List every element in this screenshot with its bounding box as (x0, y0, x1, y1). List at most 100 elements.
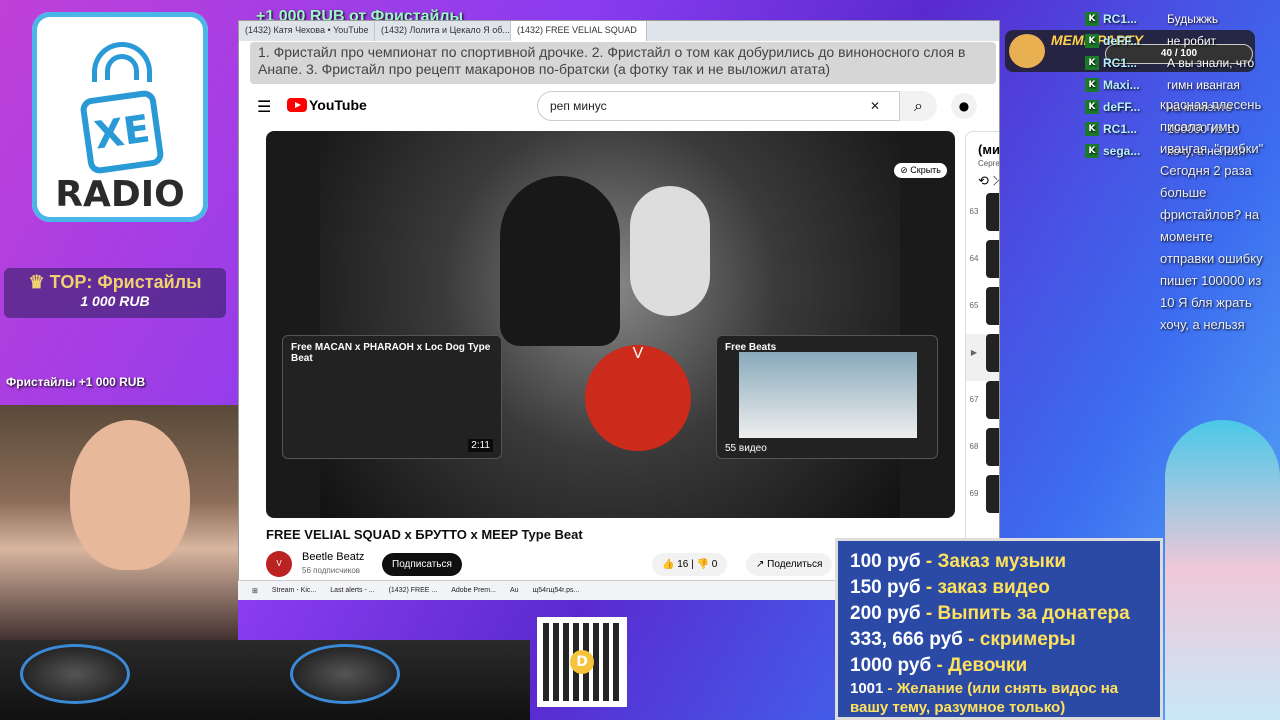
signal-wave-inner-icon (105, 54, 139, 80)
playlist-item[interactable]: ▶ 2:25 FREE VELIAL SQUAD x БРУТТО x MEEP… (966, 334, 999, 381)
chat-username[interactable]: deFF... (1103, 96, 1163, 118)
endcard-video-title: Free MACAN x PHARAOH x Loc Dog Type Beat (291, 342, 491, 364)
playlist-item[interactable]: 67 3:26 [FREE] "Bad Habits" | HARD Trap … (966, 381, 999, 428)
menu-icon[interactable]: ☰ (257, 97, 271, 116)
shuffle-icon[interactable]: ⤮ (993, 174, 999, 189)
hide-label: Скрыть (910, 165, 941, 175)
playlist-item-index: 65 (969, 301, 979, 310)
playlist-title: (минуса) (978, 142, 1000, 157)
taskbar-item[interactable]: Adobe Prem... (447, 587, 500, 594)
loop-icon[interactable]: ⟲ (978, 174, 989, 189)
playlist-item-thumbnail: 1:55 (986, 475, 999, 513)
price-row: 1000 руб - Девочки (850, 653, 1148, 679)
xe-logo-mark: XE (79, 89, 165, 175)
chat-username[interactable]: Maxi... (1103, 74, 1163, 96)
playlist-item[interactable]: 64 2:51 [FREE] Jack Harlow Type Beat "Qu… (966, 240, 999, 287)
chat-username[interactable]: RC1... (1103, 52, 1163, 74)
kick-icon: K (1085, 100, 1099, 114)
share-label: Поделиться (767, 559, 823, 570)
price-list: 100 руб - Заказ музыки 150 руб - заказ ви… (835, 538, 1163, 720)
video-frame (320, 131, 900, 518)
price-amount: 150 руб (850, 577, 921, 598)
subscribe-button[interactable]: Подписаться (382, 553, 462, 576)
top-donor-panel: ♛ TOP: Фристайлы 1 000 RUB (4, 268, 226, 318)
kick-icon: K (1085, 34, 1099, 48)
share-button[interactable]: ↗ Поделиться (746, 553, 833, 576)
channel-name[interactable]: Beetle Beatz (302, 551, 364, 563)
price-amount: 333, 666 руб (850, 629, 963, 650)
price-description: - Заказ музыки (920, 551, 1067, 572)
playlist-item[interactable]: 68 1:48 [FREE]PUSSYKILLER x HUNGRY PUNK"… (966, 428, 999, 475)
search-input[interactable]: реп минус ✕ (537, 91, 933, 121)
playlist-item-thumbnail: 2:41 (986, 193, 999, 231)
taskbar-item[interactable]: щ54гщ54r.ps... (529, 587, 584, 594)
clear-icon[interactable]: ✕ (870, 99, 880, 113)
kick-icon: K (1085, 122, 1099, 136)
price-description: - Желание (или снять видос на вашу тему,… (850, 680, 1119, 716)
channel-subscribe-circle[interactable]: V (585, 345, 691, 451)
price-description: - скримеры (962, 629, 1076, 650)
taskbar-item[interactable]: Au (506, 587, 523, 594)
chat-text: не робит (1167, 34, 1217, 48)
playlist-item[interactable]: 69 1:55 ☆free☆ pepel nahudi + newlightch… (966, 475, 999, 522)
kick-icon: K (1085, 56, 1099, 70)
playlist-item-index: 68 (969, 442, 979, 451)
doge-icon (1009, 34, 1045, 68)
playlist-panel: (минуса) Сергей Дригола - 66 видео из 14… (965, 131, 1000, 571)
browser-tab[interactable]: (1432) Катя Чехова • YouTube (239, 21, 375, 41)
kick-icon: K (1085, 78, 1099, 92)
channel-avatar[interactable]: V (266, 551, 292, 577)
taskbar-item[interactable]: Stream - Kic... (268, 587, 320, 594)
chat-username[interactable]: deFF... (1103, 30, 1163, 52)
youtube-logo[interactable]: YouTube (287, 97, 367, 113)
playlist-item-index: 67 (969, 395, 979, 404)
chat-text: Будыжжь (1167, 12, 1219, 26)
playlist-item[interactable]: 65 3:11 [FREE] "Locked In" | HARD Trap B… (966, 287, 999, 334)
taskbar-item[interactable]: (1432) FREE ... (385, 587, 442, 594)
playlist-item-index: ▶ (970, 348, 978, 357)
chat-text: гимн ивангая (1167, 78, 1240, 92)
endcard-video[interactable]: Free MACAN x PHARAOH x Loc Dog Type Beat… (282, 335, 502, 459)
kick-icon: K (1085, 12, 1099, 26)
chat-username[interactable]: RC1... (1103, 8, 1163, 30)
playlist-item-thumbnail: 3:11 (986, 287, 999, 325)
endcard-playlist[interactable]: Free Beats 55 видео (716, 335, 938, 459)
price-row: 200 руб - Выпить за донатера (850, 601, 1148, 627)
like-dislike-button[interactable]: 👍 16 | 👎 0 (652, 553, 728, 576)
price-row: 100 руб - Заказ музыки (850, 549, 1148, 575)
chat-username[interactable]: RC1... (1103, 118, 1163, 140)
chat-message: K Maxi... гимн ивангая (1085, 74, 1255, 96)
playlist-item[interactable]: 63 2:41 [SOLD] Jamik x Santiz Type Beat … (966, 193, 999, 240)
hide-button[interactable]: ⊘ Скрыть (894, 163, 947, 178)
youtube-topbar: ☰ YouTube реп минус ✕ ⌕ ● (239, 85, 999, 129)
price-row: 333, 666 руб - скримеры (850, 627, 1148, 653)
top-donor-amount: 1 000 RUB (80, 293, 150, 309)
masked-figure (630, 186, 710, 316)
freestyle-donation-note: Фристайлы +1 000 RUB (6, 375, 146, 389)
chat-message: KdeFF... не робит (1085, 30, 1255, 52)
endcard-duration: 2:11 (468, 439, 493, 452)
chat-message: K RC1... Будыжжь (1085, 8, 1255, 30)
mic-icon[interactable]: ● (951, 93, 977, 119)
video-title: FREE VELIAL SQUAD x БРУТТО x MEEP Type B… (266, 527, 583, 542)
donation-coin-icon: D (570, 650, 594, 674)
playlist-controls: ⟲ ⤮ (966, 170, 999, 193)
search-button[interactable]: ⌕ (899, 91, 937, 121)
search-value: реп минус (550, 99, 607, 113)
playlist-item-index: 64 (969, 254, 979, 263)
browser-tab-active[interactable]: (1432) FREE VELIAL SQUAD (511, 21, 647, 41)
youtube-wordmark: YouTube (309, 97, 367, 113)
xe-radio-logo: XE RADIO (32, 12, 208, 222)
browser-window: (1432) Катя Чехова • YouTube (1432) Лоли… (238, 20, 1000, 600)
radio-wordmark: RADIO (55, 174, 185, 215)
video-player[interactable]: ⊘ Скрыть Free MACAN x PHARAOH x Loc Dog … (266, 131, 955, 518)
thumbs-up-icon: 👍 (662, 559, 678, 570)
streamer-face (70, 420, 190, 570)
chat-username[interactable]: sega... (1103, 140, 1163, 162)
start-icon[interactable]: ⊞ (248, 587, 262, 595)
browser-tab[interactable]: (1432) Лолита и Цекало Я об... (375, 21, 511, 41)
playlist-item-thumbnail: 2:51 (986, 240, 999, 278)
kick-icon: K (1085, 144, 1099, 158)
windows-taskbar: ⊞ Stream - Kic... Last alerts - ... (143… (238, 580, 838, 600)
taskbar-item[interactable]: Last alerts - ... (326, 587, 378, 594)
